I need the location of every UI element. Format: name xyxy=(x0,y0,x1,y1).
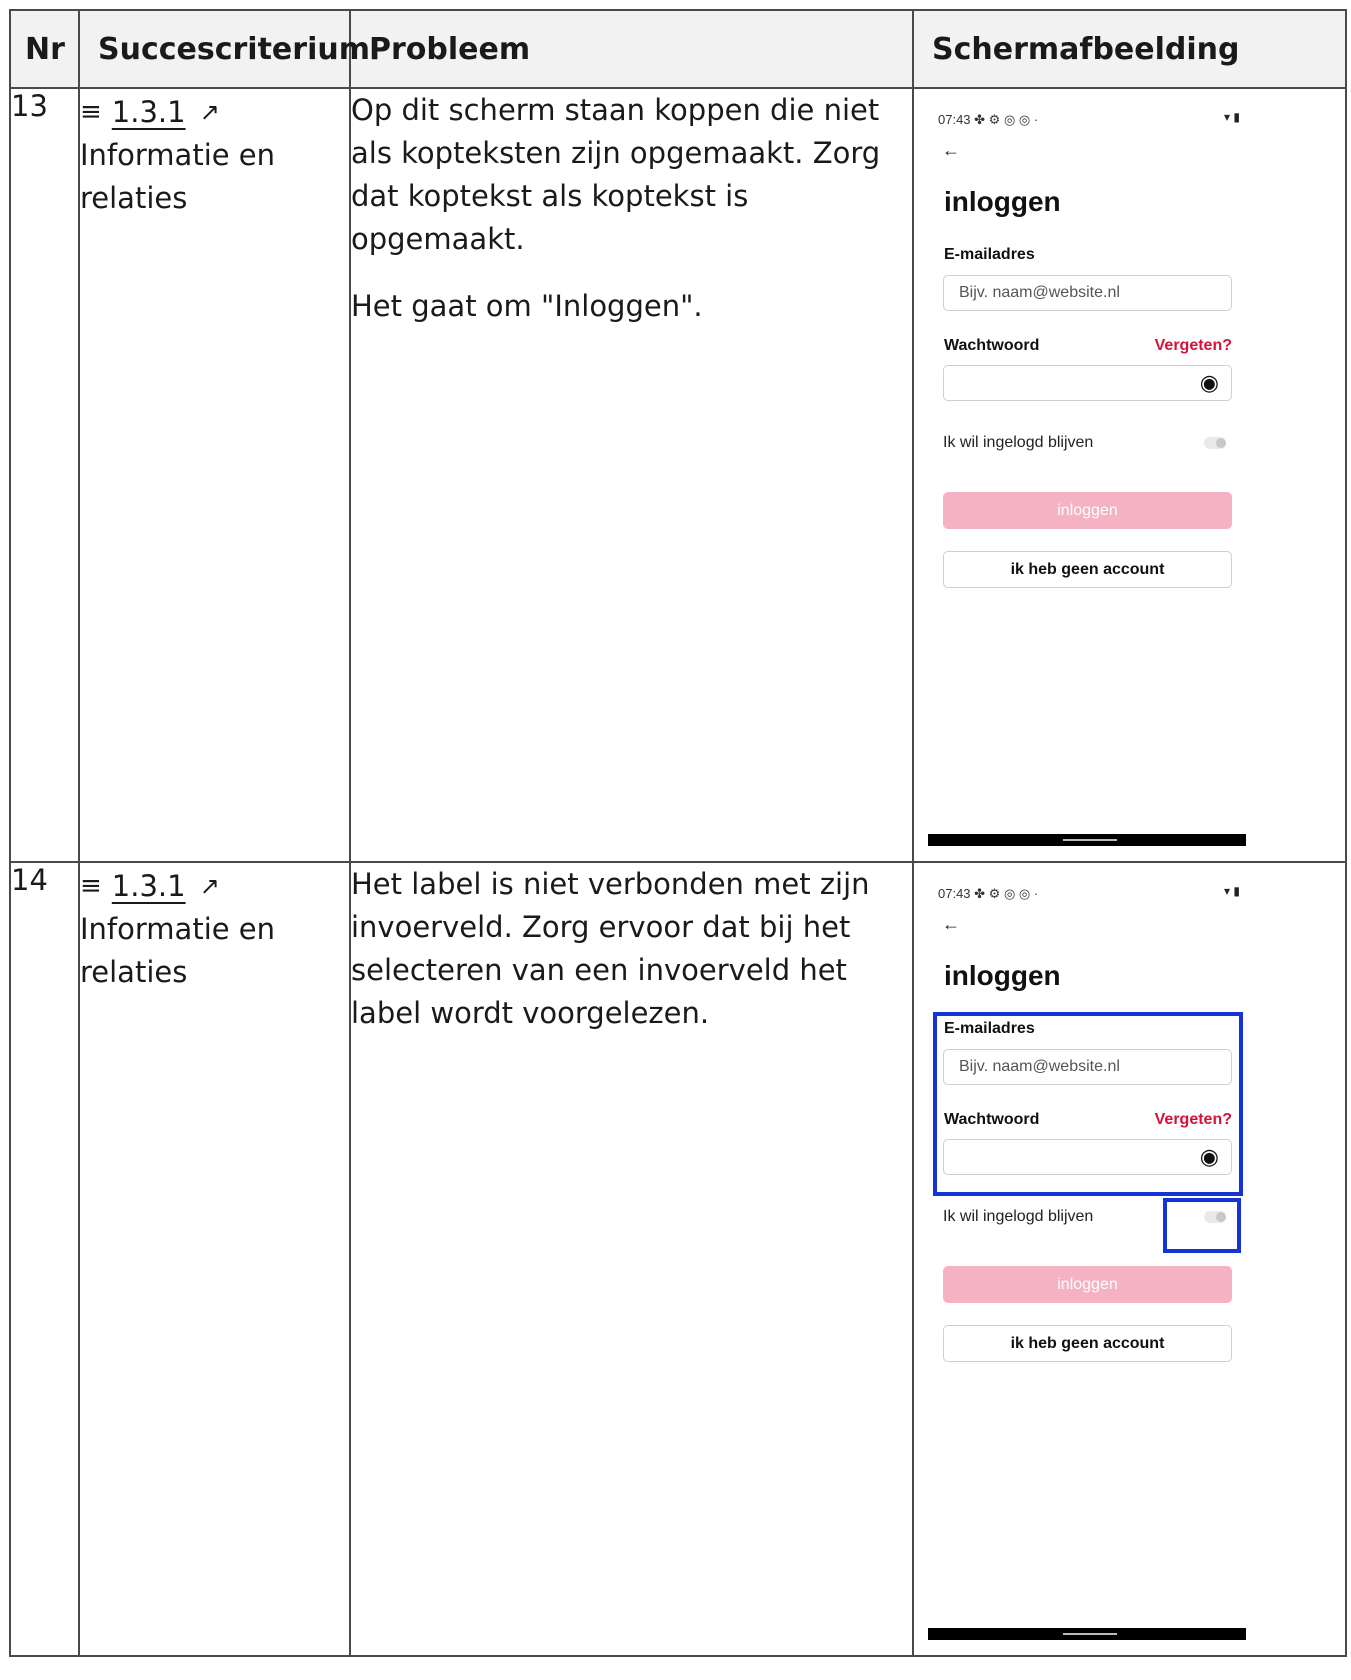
criterion-link[interactable]: 1.3.1 xyxy=(112,865,186,908)
phone-screenshot: 07:43 ✤ ⚙ ◎ ◎ · ▾ ▮ ← inloggen E-mailadr… xyxy=(928,876,1260,1640)
stay-logged-in-label: Ik wil ingelogd blijven xyxy=(943,1208,1094,1225)
email-placeholder: Bijv. naam@website.nl xyxy=(959,284,1120,301)
screenshot-cell: 07:43 ✤ ⚙ ◎ ◎ · ▾ ▮ ← inloggen E-mailadr… xyxy=(912,87,1347,863)
stay-logged-in-label: Ik wil ingelogd blijven xyxy=(943,434,1094,451)
password-field: ◉ xyxy=(943,365,1232,401)
criterion-name: Informatie en relaties xyxy=(80,912,276,989)
password-label: Wachtwoord xyxy=(944,1111,1040,1128)
table-header-row: Nr Succescriterium Probleem Schermafbeel… xyxy=(9,9,1347,89)
email-field: Bijv. naam@website.nl xyxy=(943,1049,1232,1085)
list-icon: ≡ xyxy=(80,871,102,901)
criterion-cell: ≡ 1.3.1 ↗ Informatie en relaties xyxy=(78,87,351,863)
criterion-link[interactable]: 1.3.1 xyxy=(112,91,186,134)
email-label: E-mailadres xyxy=(944,1020,1035,1037)
status-time: 07:43 xyxy=(938,112,971,127)
table-row: 13 ≡ 1.3.1 ↗ Informatie en relaties Op di… xyxy=(9,87,1347,863)
email-label: E-mailadres xyxy=(944,246,1035,263)
signal-battery-icon: ▾ ▮ xyxy=(1224,110,1240,124)
password-label: Wachtwoord xyxy=(944,337,1040,354)
screenshot-cell: 07:43 ✤ ⚙ ◎ ◎ · ▾ ▮ ← inloggen E-mailadr… xyxy=(912,861,1347,1657)
row-number: 13 xyxy=(9,87,80,863)
table-row: 14 ≡ 1.3.1 ↗ Informatie en relaties Het l… xyxy=(9,861,1347,1657)
findings-table: Nr Succescriterium Probleem Schermafbeel… xyxy=(9,9,1347,1657)
forgot-link: Vergeten? xyxy=(1154,1111,1232,1128)
problem-text: Het label is niet verbonden met zijn inv… xyxy=(351,867,870,1030)
external-link-icon: ↗ xyxy=(199,98,220,126)
no-account-button: ik heb geen account xyxy=(943,551,1232,588)
forgot-link: Vergeten? xyxy=(1154,337,1232,354)
criterion-link-group: ≡ 1.3.1 ↗ xyxy=(80,91,220,134)
phone-screenshot: 07:43 ✤ ⚙ ◎ ◎ · ▾ ▮ ← inloggen E-mailadr… xyxy=(928,102,1260,846)
login-title: inloggen xyxy=(944,960,1061,991)
login-button: inloggen xyxy=(943,1266,1232,1303)
criterion-link-group: ≡ 1.3.1 ↗ xyxy=(80,865,220,908)
header-criterion: Succescriterium xyxy=(78,9,370,89)
signal-battery-icon: ▾ ▮ xyxy=(1224,884,1240,898)
header-problem: Probleem xyxy=(349,9,914,89)
email-placeholder: Bijv. naam@website.nl xyxy=(959,1058,1120,1075)
back-arrow-icon: ← xyxy=(942,914,960,934)
android-nav-bar xyxy=(928,834,1246,846)
status-bar: 07:43 ✤ ⚙ ◎ ◎ · xyxy=(938,112,1038,128)
list-icon: ≡ xyxy=(80,97,102,127)
highlight-toggle xyxy=(1163,1198,1241,1253)
row-number: 14 xyxy=(9,861,80,1657)
stay-logged-in-toggle xyxy=(1204,437,1226,449)
eye-icon: ◉ xyxy=(1199,370,1219,395)
status-icons: ✤ ⚙ ◎ ◎ · xyxy=(974,886,1039,901)
no-account-button: ik heb geen account xyxy=(943,1325,1232,1362)
status-bar: 07:43 ✤ ⚙ ◎ ◎ · xyxy=(938,886,1038,902)
problem-cell: Het label is niet verbonden met zijn inv… xyxy=(349,861,914,1657)
problem-text-detail: Het gaat om "Inloggen". xyxy=(351,289,703,323)
stay-logged-in-toggle xyxy=(1204,1211,1226,1223)
password-field: ◉ xyxy=(943,1139,1232,1175)
android-nav-bar xyxy=(928,1628,1246,1640)
criterion-cell: ≡ 1.3.1 ↗ Informatie en relaties xyxy=(78,861,351,1657)
back-arrow-icon: ← xyxy=(942,140,960,160)
external-link-icon: ↗ xyxy=(199,872,220,900)
status-time: 07:43 xyxy=(938,886,971,901)
problem-cell: Op dit scherm staan koppen die niet als … xyxy=(349,87,914,863)
header-screenshot: Schermafbeelding xyxy=(912,9,1347,89)
header-nr: Nr xyxy=(9,9,80,89)
login-button: inloggen xyxy=(943,492,1232,529)
login-title: inloggen xyxy=(944,186,1061,217)
problem-text: Op dit scherm staan koppen die niet als … xyxy=(351,93,881,256)
email-field: Bijv. naam@website.nl xyxy=(943,275,1232,311)
criterion-name: Informatie en relaties xyxy=(80,138,276,215)
eye-icon: ◉ xyxy=(1199,1144,1219,1169)
status-icons: ✤ ⚙ ◎ ◎ · xyxy=(974,112,1039,127)
